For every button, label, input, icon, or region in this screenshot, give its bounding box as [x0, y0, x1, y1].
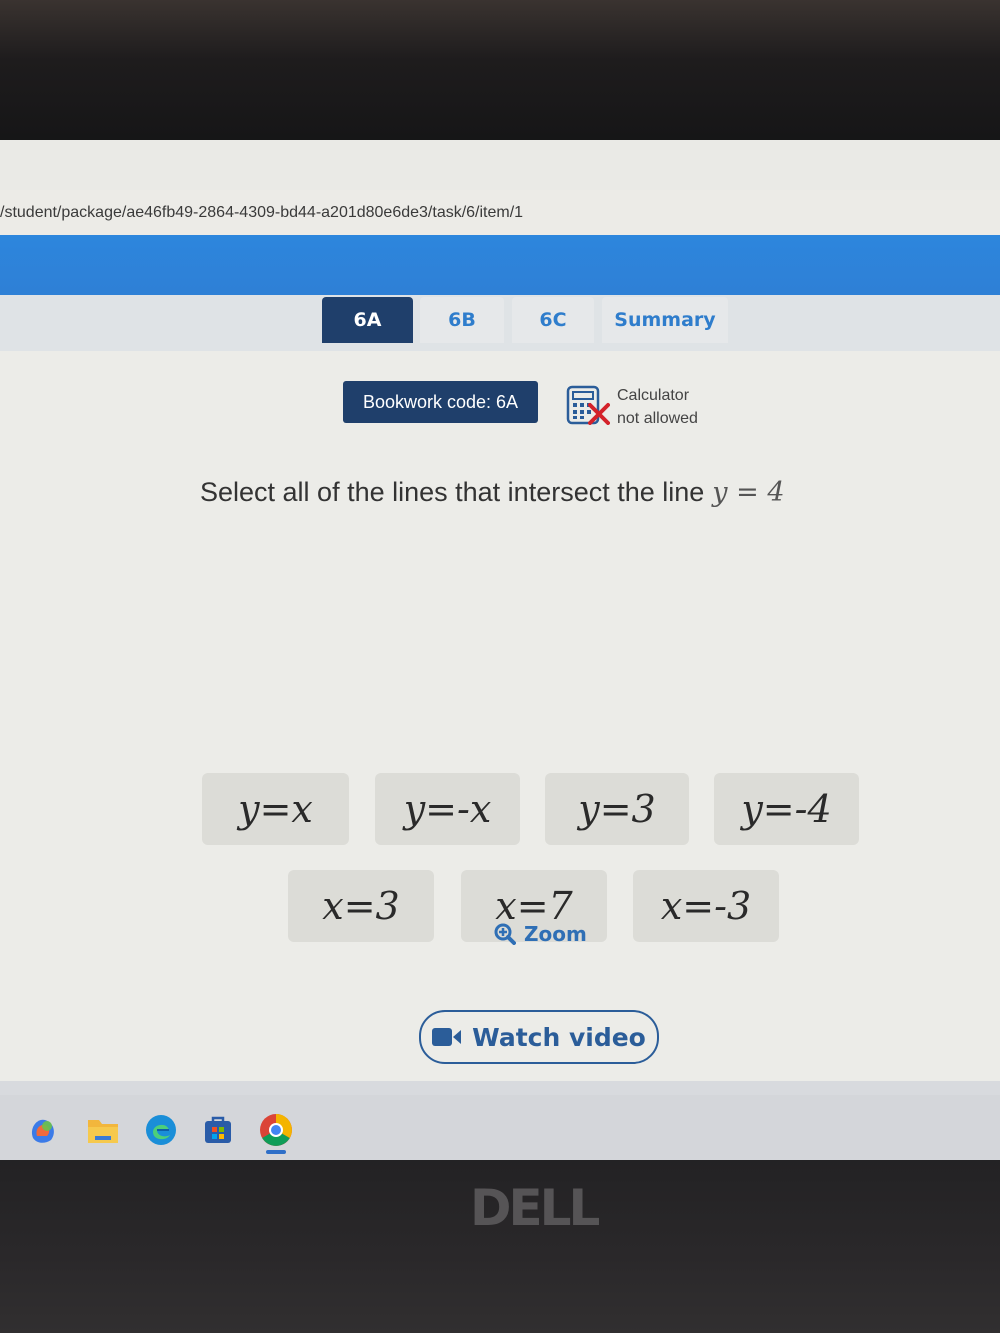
video-camera-icon	[432, 1028, 462, 1046]
bookwork-code-badge: Bookwork code: 6A	[343, 381, 538, 423]
question-prompt: Select all of the lines that intersect t…	[200, 477, 785, 508]
option-y-equals-x[interactable]: y=x	[202, 773, 349, 845]
zoom-in-icon	[494, 923, 516, 945]
screen: /student/package/ae46fb49-2864-4309-bd44…	[0, 140, 1000, 1160]
calculator-not-allowed-icon	[566, 385, 610, 425]
calculator-status: Calculator not allowed	[617, 384, 698, 430]
option-y-equals-3[interactable]: y=3	[545, 773, 689, 845]
question-area: Bookwork code: 6A Calculator not allowed…	[0, 351, 1000, 1160]
store-icon[interactable]	[201, 1113, 235, 1147]
file-explorer-icon[interactable]	[86, 1113, 120, 1147]
site-header-band	[0, 235, 1000, 301]
option-x-equals-minus-3[interactable]: x=-3	[633, 870, 779, 942]
tab-summary[interactable]: Summary	[602, 297, 728, 343]
monitor-top-surroundings	[0, 0, 1000, 150]
zoom-label: Zoom	[524, 922, 587, 946]
option-x-equals-3[interactable]: x=3	[288, 870, 434, 942]
calculator-not-allowed-label: not allowed	[617, 410, 698, 427]
edge-icon[interactable]	[144, 1113, 178, 1147]
dell-logo: DELL	[470, 1179, 600, 1237]
watch-video-button[interactable]: Watch video	[419, 1010, 659, 1064]
chrome-icon[interactable]	[259, 1113, 293, 1147]
taskbar	[0, 1095, 1000, 1160]
address-url[interactable]: /student/package/ae46fb49-2864-4309-bd44…	[0, 204, 523, 222]
tab-6b[interactable]: 6B	[420, 297, 504, 343]
option-y-equals-minus-4[interactable]: y=-4	[714, 773, 859, 845]
task-tab-strip: 6A 6B 6C Summary	[0, 295, 1000, 351]
watch-video-label: Watch video	[472, 1022, 646, 1052]
question-text: Select all of the lines that intersect t…	[200, 477, 705, 507]
address-bar[interactable]: /student/package/ae46fb49-2864-4309-bd44…	[0, 190, 1000, 238]
tab-6a[interactable]: 6A	[322, 297, 413, 343]
monitor-bottom-bezel: DELL	[0, 1160, 1000, 1333]
copilot-icon[interactable]	[26, 1113, 60, 1147]
option-y-equals-minus-x[interactable]: y=-x	[375, 773, 520, 845]
question-math: y = 4	[712, 477, 785, 508]
zoom-button[interactable]: Zoom	[494, 919, 587, 949]
chrome-active-indicator	[266, 1150, 286, 1154]
calculator-label: Calculator	[617, 387, 690, 404]
tab-6c[interactable]: 6C	[512, 297, 594, 343]
